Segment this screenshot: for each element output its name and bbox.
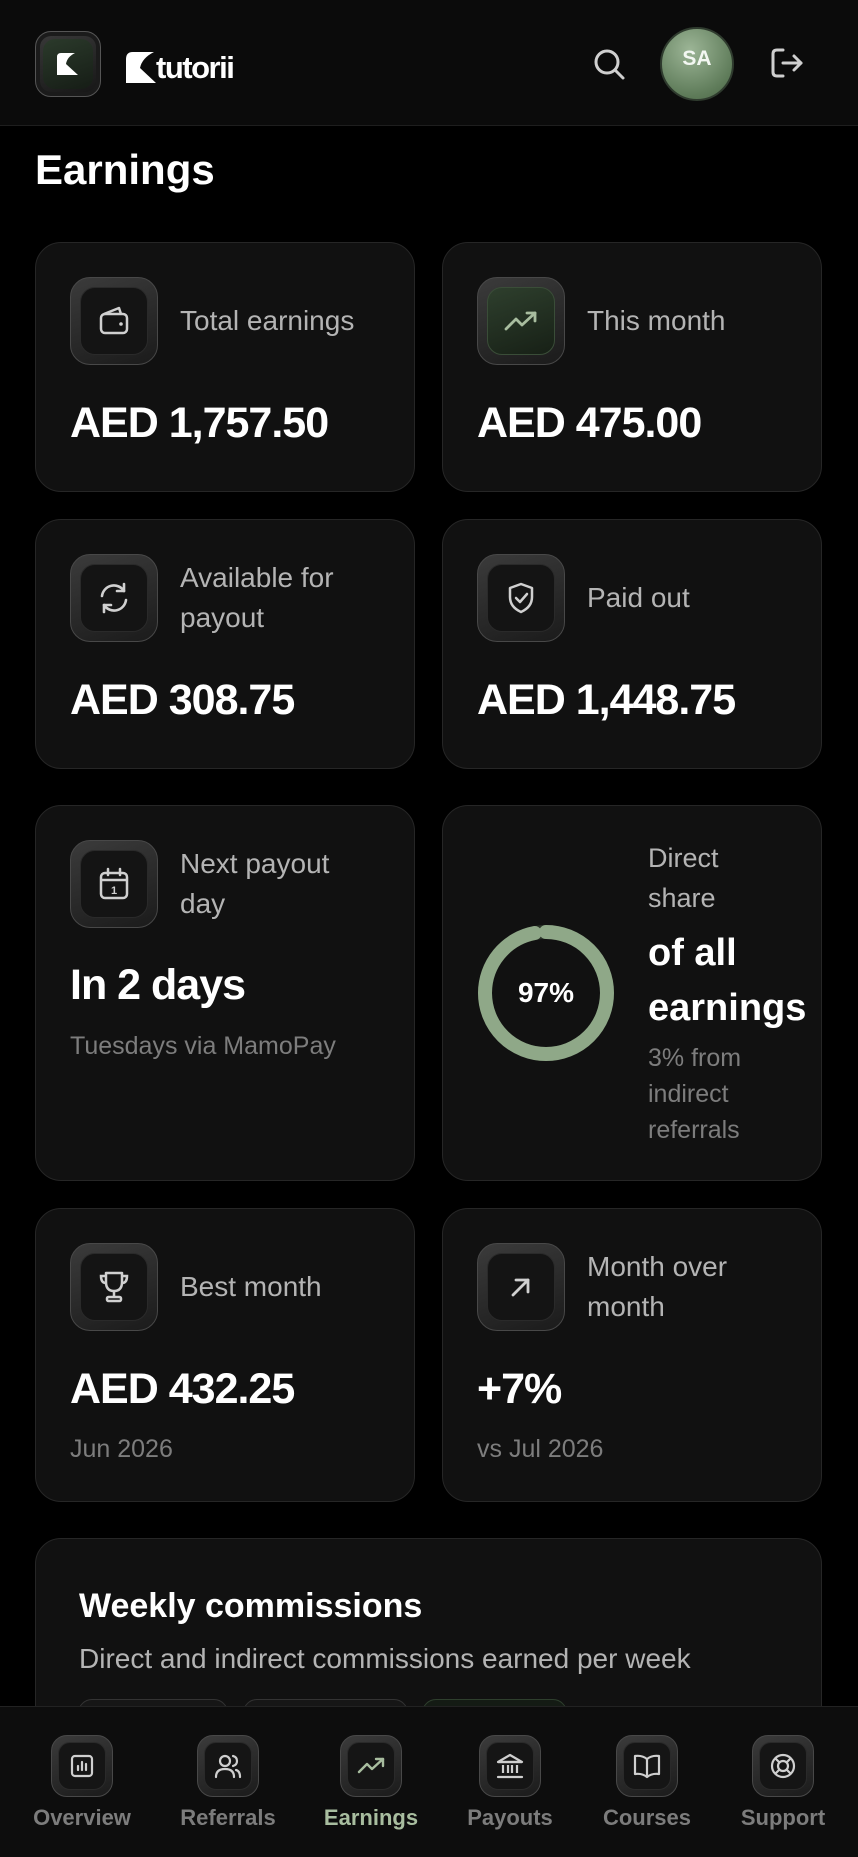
nav-item-courses[interactable]: Courses <box>582 1735 712 1831</box>
nav-icon-tile <box>51 1735 113 1797</box>
trending-up-icon <box>357 1757 385 1774</box>
brand-logo[interactable]: tutorii <box>124 44 235 85</box>
brand-name: tutorii <box>156 50 235 85</box>
trending-up-icon <box>504 311 537 331</box>
nav-label: Referrals <box>180 1805 276 1830</box>
wallet-icon <box>99 306 129 335</box>
card-label: Paid out <box>587 582 690 613</box>
nav-icon-tile <box>197 1735 259 1797</box>
available-payout-card: Available for payout AED 308.75 <box>35 519 415 769</box>
this-month-card: This month AED 475.00 <box>442 242 822 492</box>
book-open-icon <box>633 1754 661 1779</box>
user-avatar[interactable]: SA <box>660 27 734 101</box>
card-value: AED 308.75 <box>70 676 295 724</box>
nav-item-overview[interactable]: Overview <box>17 1735 147 1831</box>
card-value: AED 1,757.50 <box>70 399 329 447</box>
nav-label: Overview <box>33 1805 131 1830</box>
users-icon <box>214 1754 242 1779</box>
shield-check-icon <box>508 582 534 614</box>
nav-item-referrals[interactable]: Referrals <box>163 1735 293 1831</box>
nav-label: Payouts <box>467 1805 553 1830</box>
card-label: Best month <box>180 1271 322 1302</box>
nav-label: Support <box>740 1805 826 1830</box>
arrow-up-right-icon <box>511 1278 530 1297</box>
search-icon[interactable] <box>591 46 627 82</box>
card-sub: Tuesdays via MamoPay <box>70 1032 336 1060</box>
nav-icon-tile <box>479 1735 541 1797</box>
nav-icon-tile <box>340 1735 402 1797</box>
svg-text:1: 1 <box>111 885 117 897</box>
card-value: +7% <box>477 1365 562 1413</box>
weekly-subtitle: Direct and indirect commissions earned p… <box>79 1643 691 1674</box>
icon-tile <box>70 277 158 365</box>
month-over-month-card: Month over month +7% vs Jul 2026 <box>442 1208 822 1502</box>
best-month-card: Best month AED 432.25 Jun 2026 <box>35 1208 415 1502</box>
direct-share-big: of all earnings <box>648 932 807 1029</box>
nav-item-support[interactable]: Support <box>718 1735 848 1831</box>
card-value: AED 432.25 <box>70 1365 295 1413</box>
nav-icon-tile <box>616 1735 678 1797</box>
logout-icon[interactable] <box>768 44 806 82</box>
bottom-nav: Overview Referrals Earnings Payouts Cour… <box>0 1706 858 1857</box>
card-value: AED 1,448.75 <box>477 676 736 724</box>
donut-percent: 97% <box>517 977 575 1008</box>
avatar-initials: SA <box>682 47 712 70</box>
icon-tile <box>70 1243 158 1331</box>
icon-tile <box>477 554 565 642</box>
card-label: Total earnings <box>180 305 355 336</box>
top-header: tutorii SA <box>0 0 858 126</box>
icon-tile <box>477 277 565 365</box>
total-earnings-card: Total earnings AED 1,757.50 <box>35 242 415 492</box>
paid-out-card: Paid out AED 1,448.75 <box>442 519 822 769</box>
icon-tile <box>70 554 158 642</box>
card-sub: vs Jul 2026 <box>477 1435 604 1463</box>
icon-tile: 1 <box>70 840 158 928</box>
brand-mark-icon <box>126 52 156 83</box>
bank-icon <box>496 1753 524 1779</box>
direct-share-card: 97% Direct share of all earnings 3% from… <box>442 805 822 1181</box>
life-buoy-icon <box>770 1753 796 1779</box>
card-value: In 2 days <box>70 961 246 1009</box>
refresh-icon <box>100 582 128 614</box>
nav-icon-tile <box>752 1735 814 1797</box>
next-payout-card: 1 Next payout day In 2 days Tuesdays via… <box>35 805 415 1181</box>
card-value: AED 475.00 <box>477 399 702 447</box>
app-logo-button[interactable] <box>35 31 101 97</box>
card-label: This month <box>587 305 726 336</box>
card-label: Next payout day <box>180 848 330 919</box>
trophy-icon <box>99 1271 129 1303</box>
direct-share-label: Direct share <box>648 843 719 913</box>
weekly-title: Weekly commissions <box>79 1587 423 1625</box>
card-sub: Jun 2026 <box>70 1435 173 1463</box>
nav-label: Courses <box>602 1805 692 1830</box>
card-label: Month over month <box>587 1251 728 1322</box>
page-title: Earnings <box>35 146 215 193</box>
icon-tile <box>477 1243 565 1331</box>
direct-share-sub: 3% from indirect referrals <box>648 1044 742 1144</box>
nav-label: Earnings <box>323 1805 419 1830</box>
tutorii-logo-icon <box>57 53 78 75</box>
bar-chart-icon <box>70 1754 94 1778</box>
nav-item-payouts[interactable]: Payouts <box>445 1735 575 1831</box>
card-label: Available for payout <box>180 562 334 633</box>
calendar-icon: 1 <box>99 867 129 900</box>
nav-item-earnings[interactable]: Earnings <box>306 1735 436 1831</box>
